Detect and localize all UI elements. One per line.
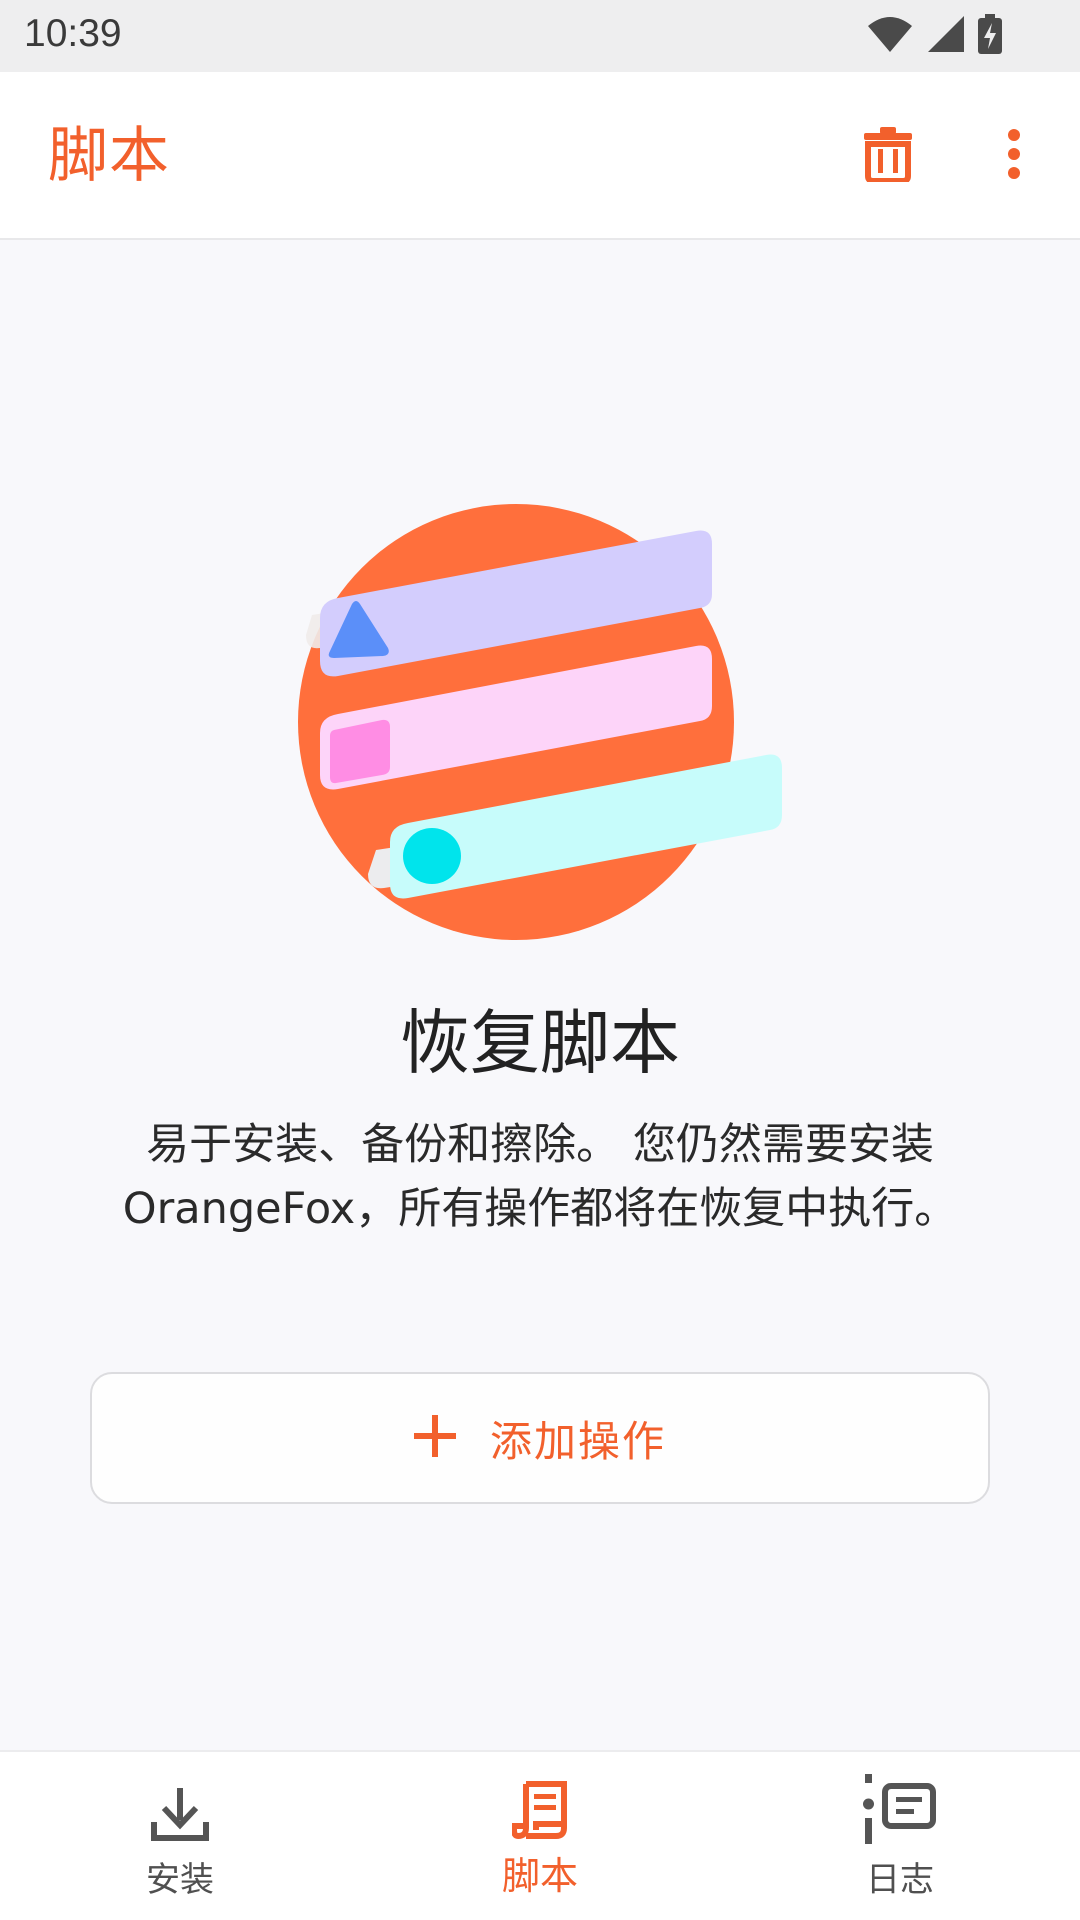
nav-label-scripts: 脚本 <box>501 1854 578 1898</box>
log-icon <box>863 1774 937 1848</box>
app-bar: 脚本 <box>0 72 1080 240</box>
nav-item-install[interactable]: 安装 <box>70 1776 290 1916</box>
status-time: 10:39 <box>24 12 122 55</box>
page-title: 脚本 <box>48 121 170 191</box>
wifi-icon <box>866 14 914 58</box>
add-action-label: 添加操作 <box>489 1416 666 1466</box>
plus-icon <box>413 1415 456 1461</box>
nav-label-logs: 日志 <box>866 1860 934 1900</box>
script-icon <box>511 1780 568 1844</box>
trash-icon <box>864 126 912 186</box>
nav-item-scripts[interactable]: 脚本 <box>430 1772 650 1912</box>
download-icon <box>151 1788 209 1848</box>
bottom-navigation: 安装 脚本 日志 <box>0 1750 1080 1920</box>
nav-item-logs[interactable]: 日志 <box>790 1774 1010 1916</box>
script-list-illustration <box>286 490 806 950</box>
nav-label-install: 安装 <box>146 1860 214 1900</box>
battery-charging-icon <box>978 14 1002 58</box>
cell-signal-icon <box>926 14 966 58</box>
empty-state-headline: 恢复脚本 <box>400 1002 680 1084</box>
delete-button[interactable] <box>844 112 932 200</box>
empty-state-description: 易于安装、备份和擦除。 您仍然需要安装OrangeFox，所有操作都将在恢复中执… <box>122 1120 958 1234</box>
more-options-button[interactable] <box>970 112 1058 200</box>
status-icons <box>866 14 1002 58</box>
more-vert-icon <box>1006 129 1022 183</box>
add-action-button[interactable]: 添加操作 <box>90 1372 990 1504</box>
status-bar: 10:39 <box>0 0 1080 72</box>
